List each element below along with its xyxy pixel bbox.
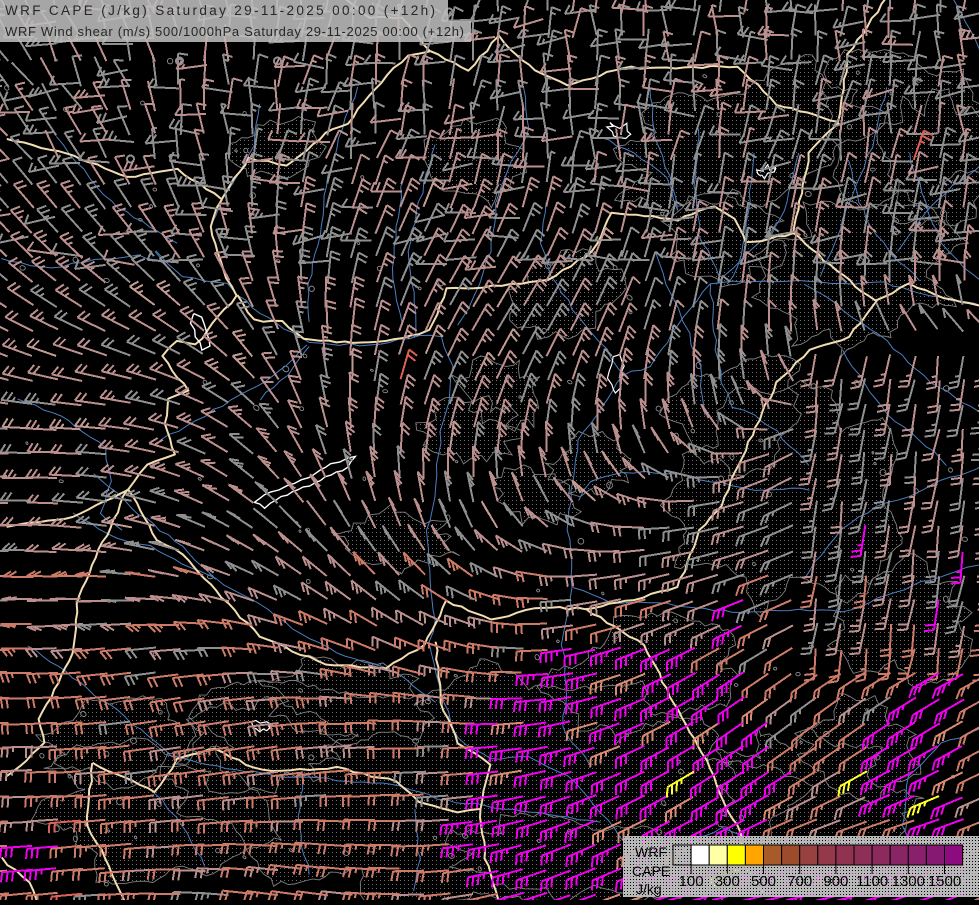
svg-text:900: 900 xyxy=(823,873,848,890)
svg-text:100: 100 xyxy=(679,873,704,890)
svg-text:300: 300 xyxy=(715,873,740,890)
svg-text:WRF Wind shear (m/s) 500/1000h: WRF Wind shear (m/s) 500/1000hPa Saturda… xyxy=(5,24,464,39)
svg-text:WRF: WRF xyxy=(635,844,667,860)
svg-text:J/kg: J/kg xyxy=(636,881,662,897)
svg-text:1100: 1100 xyxy=(856,873,888,890)
svg-text:1300: 1300 xyxy=(892,873,925,890)
svg-text:WRF CAPE (J/kg) Saturday 29-11: WRF CAPE (J/kg) Saturday 29-11-2025 00:0… xyxy=(5,3,435,18)
svg-text:CAPE: CAPE xyxy=(632,863,670,879)
svg-text:700: 700 xyxy=(787,873,812,890)
svg-text:500: 500 xyxy=(751,873,776,890)
svg-text:1500: 1500 xyxy=(928,873,961,890)
